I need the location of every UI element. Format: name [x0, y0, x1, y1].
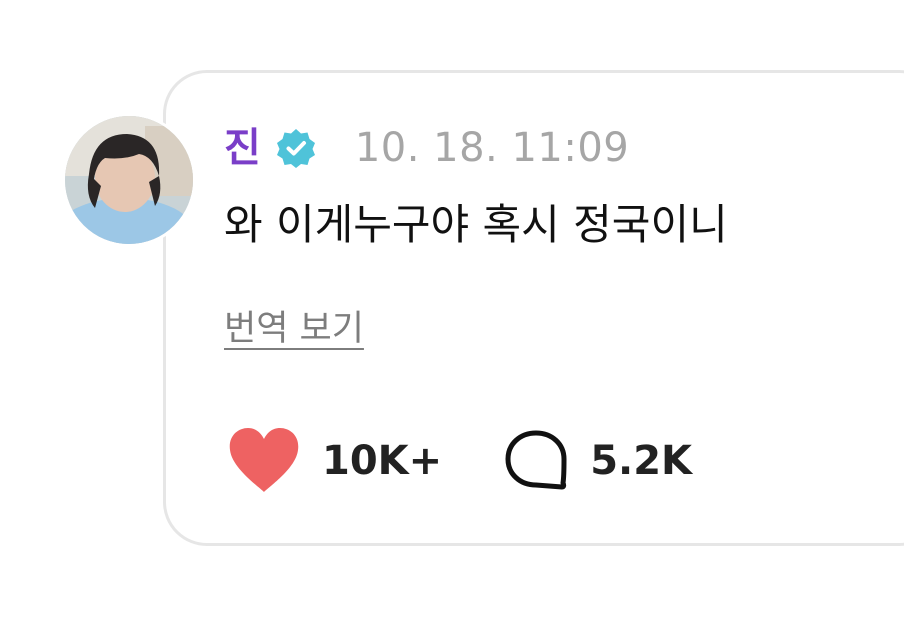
verified-badge-icon	[275, 127, 317, 169]
like-count: 10K+	[322, 438, 443, 484]
post-message: 와 이게누구야 혹시 정국이니	[224, 200, 728, 249]
speech-bubble-icon	[504, 429, 568, 493]
heart-icon	[228, 428, 300, 494]
comment-button[interactable]: 5.2K	[504, 429, 692, 493]
avatar[interactable]	[65, 116, 193, 244]
translate-link[interactable]: 번역 보기	[224, 300, 364, 351]
post-timestamp: 10. 18. 11:09	[354, 125, 630, 171]
post-header: 진 10. 18. 11:09	[224, 118, 629, 178]
comment-count: 5.2K	[590, 438, 693, 484]
author-name[interactable]: 진	[224, 128, 261, 168]
like-button[interactable]: 10K+	[228, 428, 442, 494]
post-actions: 10K+ 5.2K	[228, 428, 692, 494]
